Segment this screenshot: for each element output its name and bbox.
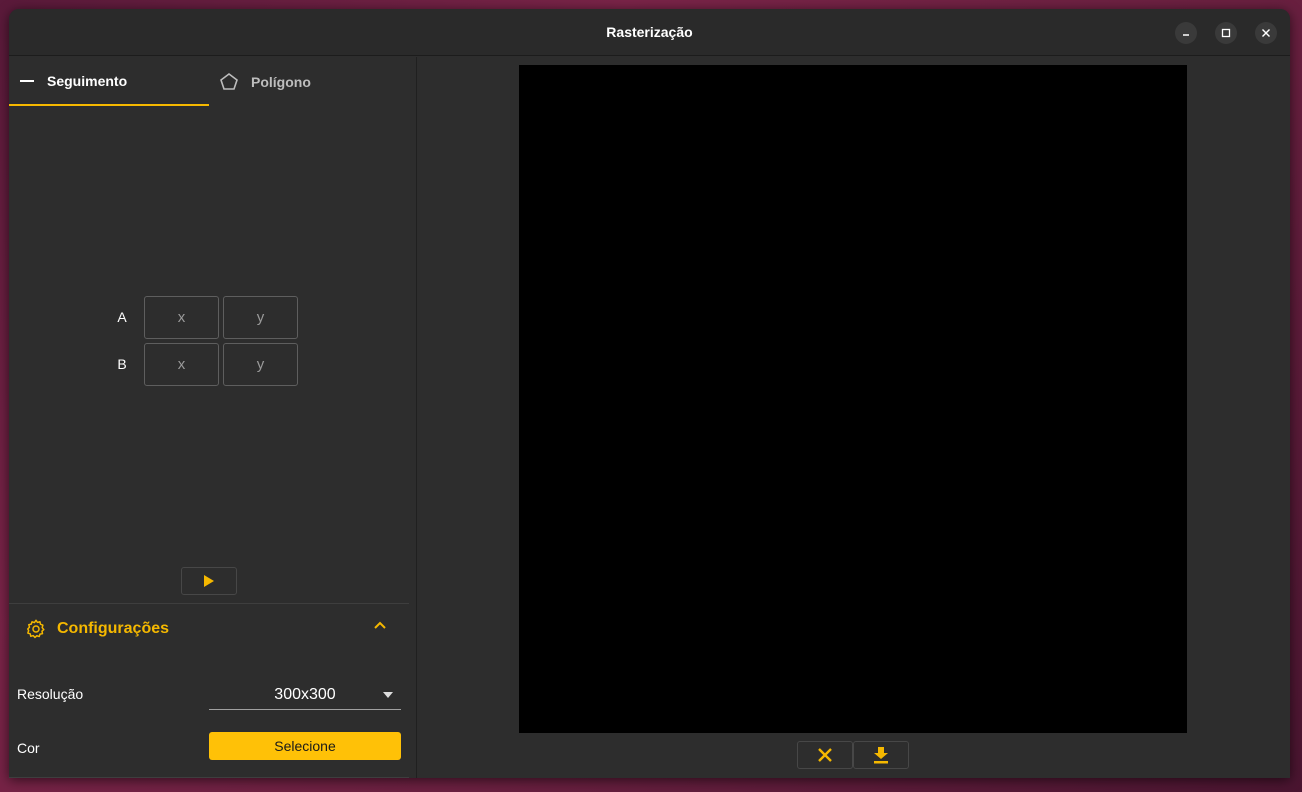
resolution-label: Resolução <box>17 686 84 702</box>
app-window: Rasterização Seguimento Polígono A x y B… <box>9 9 1290 778</box>
point-a-y-input[interactable]: y <box>223 296 298 339</box>
tab-poligono-label: Polígono <box>251 73 311 90</box>
close-x-icon <box>818 748 832 762</box>
point-b-label: B <box>117 356 127 372</box>
point-a-label: A <box>117 309 127 325</box>
resolution-select[interactable]: 300x300 <box>209 680 401 710</box>
tab-seguimento[interactable]: Seguimento <box>9 57 209 106</box>
pentagon-icon <box>220 72 238 90</box>
chevron-up-icon[interactable] <box>373 620 387 630</box>
chevron-down-icon <box>383 692 393 698</box>
download-icon <box>874 747 888 764</box>
title-bar: Rasterização <box>9 9 1290 56</box>
select-color-button[interactable]: Selecione <box>209 732 401 760</box>
point-a-x-input[interactable]: x <box>144 296 219 339</box>
config-title: Configurações <box>57 620 170 637</box>
tab-poligono[interactable]: Polígono <box>209 57 409 106</box>
raster-canvas[interactable] <box>519 65 1187 733</box>
run-button[interactable] <box>181 567 237 595</box>
clear-button[interactable] <box>797 741 853 769</box>
config-section: Configurações Resolução 300x300 Cor Sele… <box>9 603 409 778</box>
gear-icon <box>27 619 45 639</box>
maximize-icon <box>1221 28 1231 38</box>
point-b-y-input[interactable]: y <box>223 343 298 386</box>
line-icon <box>20 79 34 82</box>
tab-seguimento-label: Seguimento <box>47 72 128 89</box>
maximize-button[interactable] <box>1215 22 1237 44</box>
close-window-button[interactable] <box>1255 22 1277 44</box>
left-panel: Seguimento Polígono A x y B x y Configur… <box>9 57 417 778</box>
resolution-value: 300x300 <box>274 685 336 703</box>
tab-bar: Seguimento Polígono <box>9 57 409 106</box>
color-label: Cor <box>17 740 40 756</box>
play-icon <box>204 575 214 587</box>
minimize-button[interactable] <box>1175 22 1197 44</box>
close-icon <box>1262 29 1270 37</box>
download-button[interactable] <box>853 741 909 769</box>
config-header[interactable]: Configurações <box>25 618 169 640</box>
minimize-icon <box>1183 34 1189 36</box>
window-title: Rasterização <box>606 24 693 40</box>
point-b-x-input[interactable]: x <box>144 343 219 386</box>
